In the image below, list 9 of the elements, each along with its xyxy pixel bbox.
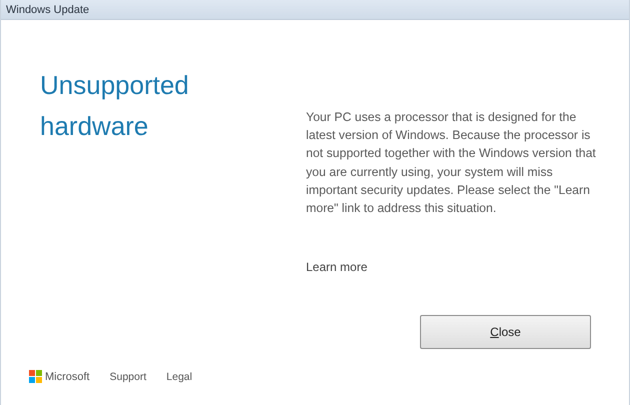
heading: Unsupported hardware (40, 69, 190, 143)
window-title: Windows Update (6, 4, 90, 16)
footer-link[interactable]: Support (110, 370, 146, 382)
footer-link[interactable]: Legal (166, 370, 192, 382)
logo-icon (29, 370, 42, 383)
learn-more-link[interactable]: Learn more (306, 260, 368, 274)
message-text: Your PC uses a processor that is designed for the latest version of Windows. Because the processor is not supported together with the Windows version that you are currently using, your system will miss important security updates. Please select the "Learn more" link to address this situation. (306, 109, 597, 218)
brand-name: Microsoft (45, 370, 90, 382)
close-button[interactable]: Close (420, 315, 591, 349)
